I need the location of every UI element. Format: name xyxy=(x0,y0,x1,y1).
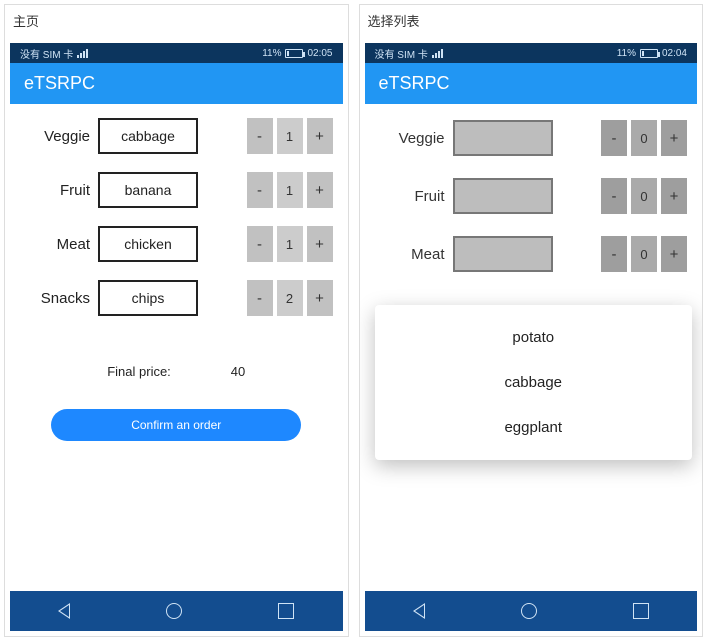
panel-title-left: 主页 xyxy=(5,5,348,38)
select-veggie[interactable]: cabbage xyxy=(98,118,198,154)
price-row: Final price: 40 xyxy=(20,364,333,379)
app-title: eTSRPC xyxy=(10,63,343,104)
row-label: Fruit xyxy=(375,188,445,205)
sim-status-text: 没有 SIM 卡 xyxy=(375,46,428,61)
minus-button[interactable]: - xyxy=(247,172,273,208)
select-fruit[interactable] xyxy=(453,178,553,214)
price-value: 40 xyxy=(231,364,245,379)
confirm-order-button[interactable]: Confirm an order xyxy=(51,409,301,441)
nav-recent-icon[interactable] xyxy=(278,603,294,619)
select-meat[interactable] xyxy=(453,236,553,272)
panel-main: 主页 没有 SIM 卡 11% 02:05 eTSRPC Veggie cabb… xyxy=(4,4,349,637)
nav-recent-icon[interactable] xyxy=(633,603,649,619)
plus-button[interactable]: + xyxy=(661,236,687,272)
qty-value: 0 xyxy=(631,236,657,272)
row-veggie: Veggie - 0 + xyxy=(375,120,688,156)
nav-home-icon[interactable] xyxy=(521,603,537,619)
statusbar-left: 没有 SIM 卡 11% 02:05 xyxy=(10,43,343,63)
stepper-veggie: - 0 + xyxy=(601,120,687,156)
row-label: Meat xyxy=(375,246,445,263)
qty-value: 1 xyxy=(277,226,303,262)
battery-pct: 11% xyxy=(262,48,281,59)
row-meat: Meat - 0 + xyxy=(375,236,688,272)
price-label: Final price: xyxy=(107,364,171,379)
stepper-meat: - 0 + xyxy=(601,236,687,272)
select-veggie[interactable] xyxy=(453,120,553,156)
plus-button[interactable]: + xyxy=(307,280,333,316)
clock-time: 02:04 xyxy=(662,48,687,59)
row-label: Veggie xyxy=(20,128,90,145)
plus-button[interactable]: + xyxy=(307,172,333,208)
stepper-fruit: - 1 + xyxy=(247,172,333,208)
row-label: Veggie xyxy=(375,130,445,147)
minus-button[interactable]: - xyxy=(601,236,627,272)
minus-button[interactable]: - xyxy=(601,120,627,156)
row-fruit: Fruit - 0 + xyxy=(375,178,688,214)
row-meat: Meat chicken - 1 + xyxy=(20,226,333,262)
panel-select-list: 选择列表 没有 SIM 卡 11% 02:04 eTSRPC Veggie - … xyxy=(359,4,704,637)
row-label: Fruit xyxy=(20,182,90,199)
row-label: Snacks xyxy=(20,290,90,307)
qty-value: 0 xyxy=(631,120,657,156)
android-navbar xyxy=(10,591,343,631)
row-label: Meat xyxy=(20,236,90,253)
stepper-snacks: - 2 + xyxy=(247,280,333,316)
plus-button[interactable]: + xyxy=(307,226,333,262)
select-fruit[interactable]: banana xyxy=(98,172,198,208)
sim-status-text: 没有 SIM 卡 xyxy=(20,46,73,61)
statusbar-right: 没有 SIM 卡 11% 02:04 xyxy=(365,43,698,63)
phone-left: 没有 SIM 卡 11% 02:05 eTSRPC Veggie cabbage… xyxy=(5,38,348,636)
qty-value: 1 xyxy=(277,172,303,208)
minus-button[interactable]: - xyxy=(247,118,273,154)
nav-home-icon[interactable] xyxy=(166,603,182,619)
stepper-fruit: - 0 + xyxy=(601,178,687,214)
plus-button[interactable]: + xyxy=(661,178,687,214)
battery-icon xyxy=(285,49,303,58)
row-fruit: Fruit banana - 1 + xyxy=(20,172,333,208)
qty-value: 2 xyxy=(277,280,303,316)
battery-pct: 11% xyxy=(617,48,636,59)
minus-button[interactable]: - xyxy=(247,280,273,316)
nav-back-icon[interactable] xyxy=(413,603,425,619)
nav-back-icon[interactable] xyxy=(58,603,70,619)
minus-button[interactable]: - xyxy=(247,226,273,262)
clock-time: 02:05 xyxy=(307,48,332,59)
app-title: eTSRPC xyxy=(365,63,698,104)
select-meat[interactable]: chicken xyxy=(98,226,198,262)
plus-button[interactable]: + xyxy=(307,118,333,154)
phone-right: 没有 SIM 卡 11% 02:04 eTSRPC Veggie - 0 + xyxy=(360,38,703,636)
row-veggie: Veggie cabbage - 1 + xyxy=(20,118,333,154)
signal-icon xyxy=(432,49,443,58)
select-snacks[interactable]: chips xyxy=(98,280,198,316)
confirm-order-button[interactable]: Confirm an order xyxy=(406,408,656,440)
minus-button[interactable]: - xyxy=(601,178,627,214)
panel-title-right: 选择列表 xyxy=(360,5,703,38)
plus-button[interactable]: + xyxy=(661,120,687,156)
stepper-veggie: - 1 + xyxy=(247,118,333,154)
row-snacks: Snacks chips - 2 + xyxy=(20,280,333,316)
qty-value: 1 xyxy=(277,118,303,154)
stepper-meat: - 1 + xyxy=(247,226,333,262)
android-navbar xyxy=(365,591,698,631)
battery-icon xyxy=(640,49,658,58)
signal-icon xyxy=(77,49,88,58)
qty-value: 0 xyxy=(631,178,657,214)
